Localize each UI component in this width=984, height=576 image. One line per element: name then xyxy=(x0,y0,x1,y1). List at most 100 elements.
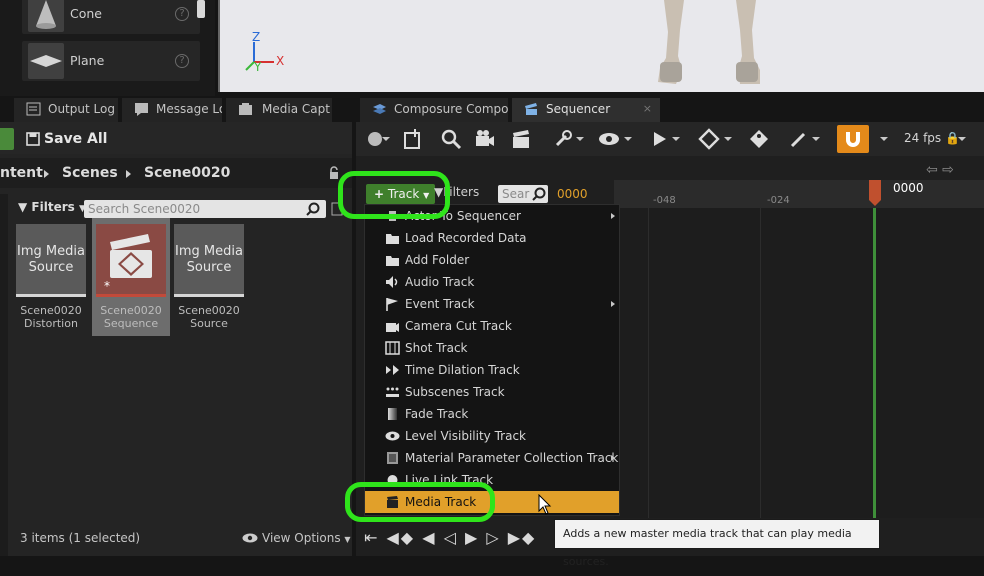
menu-item-time-dilation-track[interactable]: Time Dilation Track xyxy=(365,359,619,381)
scrollbar[interactable] xyxy=(197,0,205,18)
breadcrumb-item[interactable]: Scene0020 xyxy=(144,165,230,181)
asset-tile[interactable]: * Scene0020 Sequence xyxy=(94,224,168,336)
close-icon[interactable]: × xyxy=(643,98,652,120)
search-input[interactable]: Search Scene0020 xyxy=(84,200,326,218)
asset-name: Scene0020 Sequence xyxy=(100,304,162,330)
tab-label: Composure Compo xyxy=(394,102,508,116)
camera-icon[interactable] xyxy=(474,128,496,150)
search-icon[interactable] xyxy=(440,128,462,150)
sequencer-toolbar: 24 fps 🔒 xyxy=(356,122,984,156)
menu-item-camera-cut-track[interactable]: Camera Cut Track xyxy=(365,315,619,337)
search-placeholder: Search Scene0020 xyxy=(88,202,201,216)
camera-cut-icon xyxy=(386,323,399,332)
annotation-highlight-ring xyxy=(338,171,450,219)
breadcrumb-item[interactable]: ntent xyxy=(0,165,43,181)
pencil-icon[interactable] xyxy=(788,128,810,150)
menu-item-label: Material Parameter Collection Track xyxy=(405,451,619,465)
fade-icon xyxy=(388,408,397,420)
lock-icon[interactable] xyxy=(328,166,340,180)
menu-item-subscenes-track[interactable]: Subscenes Track xyxy=(365,381,619,403)
tab-sequencer[interactable]: Sequencer × xyxy=(512,98,660,122)
tab-label: Output Log xyxy=(48,102,115,116)
add-actor-icon[interactable] xyxy=(402,128,424,150)
sources-collapsed-strip[interactable] xyxy=(0,194,8,556)
breadcrumb-item[interactable]: Scenes xyxy=(62,165,118,181)
menu-item-fade-track[interactable]: Fade Track xyxy=(365,403,619,425)
tab-label: Media Capt xyxy=(262,102,330,116)
clapper-icon[interactable] xyxy=(510,128,532,150)
view-options-button[interactable]: View Options ▼ xyxy=(242,531,351,545)
composure-icon xyxy=(373,104,386,114)
tab-label: Message Lo xyxy=(156,102,222,116)
tab-output-log[interactable]: Output Log xyxy=(14,98,118,122)
submenu-arrow-icon xyxy=(611,455,615,461)
chevron-down-icon xyxy=(724,137,732,141)
snap-magnet-button[interactable] xyxy=(837,125,869,153)
help-icon[interactable]: ? xyxy=(175,54,189,68)
menu-item-shot-track[interactable]: Shot Track xyxy=(365,337,619,359)
key-tag-icon[interactable] xyxy=(748,128,770,150)
key-diamond-icon[interactable] xyxy=(698,128,720,150)
item-count-status: 3 items (1 selected) xyxy=(20,531,141,545)
mouse-cursor-icon xyxy=(538,494,552,515)
asset-type-bar xyxy=(96,294,166,297)
transport-controls[interactable]: ⇤ ◀◆ ◀ ◁ ▶ ▷ ▶◆ xyxy=(364,528,536,547)
content-browser: Save All ntent Scenes Scene0020 ▼ Filter… xyxy=(0,122,352,556)
menu-item-add-folder[interactable]: Add Folder xyxy=(365,249,619,271)
tab-message-log[interactable]: Message Lo xyxy=(122,98,222,122)
sequencer-search-input[interactable]: Sear xyxy=(498,185,548,203)
breadcrumb: ntent Scenes Scene0020 xyxy=(0,158,352,188)
wrench-icon[interactable] xyxy=(552,128,574,150)
track-area[interactable] xyxy=(614,208,984,518)
chevron-down-icon xyxy=(880,137,888,141)
sequencer-icon xyxy=(525,103,537,115)
menu-item-material-parameter-collection-track[interactable]: Material Parameter Collection Track xyxy=(365,447,619,469)
place-item-plane[interactable]: Plane ? xyxy=(22,41,200,81)
playhead-line xyxy=(873,208,876,518)
chevron-down-icon xyxy=(624,137,632,141)
magnet-icon xyxy=(846,132,860,147)
menu-item-audio-track[interactable]: Audio Track xyxy=(365,271,619,293)
grid-line xyxy=(648,208,649,518)
message-log-icon xyxy=(135,103,148,116)
tab-media-capture[interactable]: Media Capt xyxy=(226,98,332,122)
tab-label: Sequencer xyxy=(546,102,611,116)
place-item-cone[interactable]: Cone ? xyxy=(22,0,200,34)
folder-icon xyxy=(386,256,399,266)
annotation-highlight-ring xyxy=(345,482,495,522)
tab-composure[interactable]: Composure Compo xyxy=(360,98,508,122)
framerate-dropdown[interactable]: 24 fps 🔒 xyxy=(904,131,960,145)
history-nav-arrows[interactable]: ⇦ ⇨ xyxy=(926,162,954,178)
menu-item-label: Add Folder xyxy=(405,253,470,267)
help-icon[interactable]: ? xyxy=(175,7,189,21)
menu-item-label: Shot Track xyxy=(405,341,468,355)
current-time-readout[interactable]: 0000 xyxy=(557,187,588,201)
menu-item-load-recorded-data[interactable]: Load Recorded Data xyxy=(365,227,619,249)
save-all-label: Save All xyxy=(44,131,108,147)
audio-icon xyxy=(386,276,398,288)
filters-button[interactable]: ▼ Filters ▼ xyxy=(18,200,86,214)
visibility-eye-icon[interactable] xyxy=(598,128,620,150)
menu-item-label: Audio Track xyxy=(405,275,475,289)
menu-item-level-visibility-track[interactable]: Level Visibility Track xyxy=(365,425,619,447)
chevron-down-icon: ▼ xyxy=(344,535,351,544)
save-all-button[interactable]: Save All xyxy=(22,127,107,151)
asset-tile[interactable]: Img Media Source Scene0020 Source xyxy=(172,224,246,336)
place-actors-panel: Cone ? Plane ? xyxy=(0,0,215,96)
asset-tile[interactable]: Img Media Source Scene0020 Distortion xyxy=(14,224,88,336)
menu-item-event-track[interactable]: Event Track xyxy=(365,293,619,315)
asset-thumbnail: Img Media Source xyxy=(174,224,244,294)
search-icon xyxy=(306,202,320,216)
playhead-handle[interactable] xyxy=(869,180,881,208)
play-icon[interactable] xyxy=(648,128,670,150)
level-viewport[interactable]: Z Y X xyxy=(218,0,984,92)
grid-line xyxy=(760,208,761,518)
search-placeholder: Sear xyxy=(502,187,530,201)
add-new-button[interactable] xyxy=(0,128,14,150)
shot-icon xyxy=(385,341,400,355)
eye-icon xyxy=(242,533,258,543)
content-browser-toolbar: Save All xyxy=(0,122,352,154)
playhead-time-label: 0000 xyxy=(893,181,924,195)
place-item-label: Plane xyxy=(70,53,105,68)
save-icon xyxy=(26,132,40,146)
